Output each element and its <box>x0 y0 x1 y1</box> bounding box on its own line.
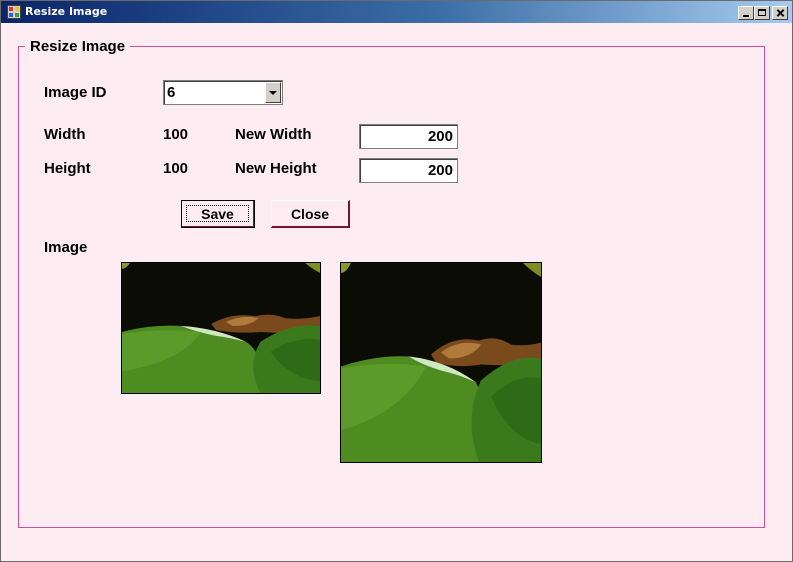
app-icon[interactable] <box>7 5 21 19</box>
group-title: Resize Image <box>25 38 131 55</box>
original-image <box>121 262 321 394</box>
new-height-label: New Height <box>235 160 317 177</box>
image-id-value: 6 <box>167 84 176 101</box>
new-width-input[interactable] <box>359 124 458 149</box>
close-button-label: Close <box>290 205 330 222</box>
height-value: 100 <box>163 160 189 177</box>
new-height-input[interactable] <box>359 158 458 183</box>
close-button[interactable]: Close <box>271 200 350 228</box>
close-icon[interactable] <box>772 6 788 20</box>
new-width-label: New Width <box>235 126 312 143</box>
width-label: Width <box>44 126 86 143</box>
height-label: Height <box>44 160 91 177</box>
save-button[interactable]: Save <box>181 200 255 228</box>
title-bar[interactable]: Resize Image <box>1 1 792 23</box>
image-label: Image <box>44 239 88 256</box>
maximize-icon[interactable] <box>754 6 770 20</box>
image-id-dropdown[interactable]: 6 <box>163 80 283 105</box>
resize-image-window: Resize Image Resize Image Image ID 6 Wid… <box>0 0 793 562</box>
width-value: 100 <box>163 126 189 143</box>
minimize-icon[interactable] <box>738 6 754 20</box>
chevron-down-icon[interactable] <box>265 82 281 103</box>
save-button-label: Save <box>201 205 234 222</box>
window-title: Resize Image <box>25 5 108 18</box>
image-id-label: Image ID <box>44 84 107 101</box>
resized-image <box>340 262 542 463</box>
